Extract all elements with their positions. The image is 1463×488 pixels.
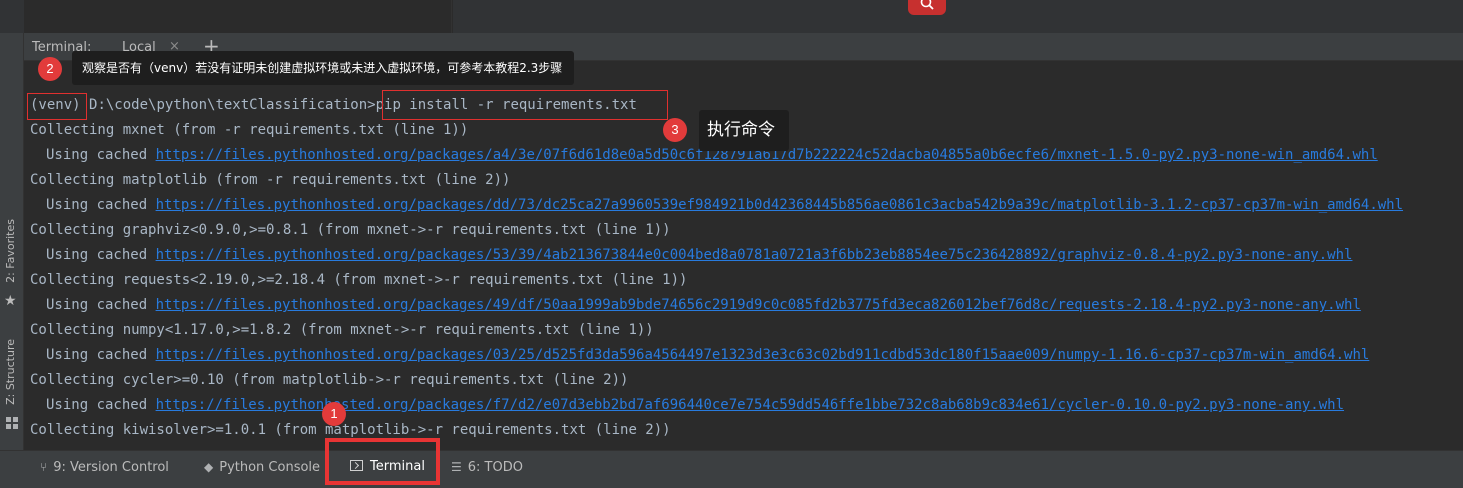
cached-prefix: Using cached: [46, 397, 156, 413]
structure-tool-tab[interactable]: Z: Structure: [4, 339, 17, 405]
status-bar: [0, 482, 1463, 488]
venv-hint-callout: 观察是否有（venv）若没有证明未创建虚拟环境或未进入虚拟环境，可参考本教程2.…: [72, 51, 575, 85]
editor-gutter: [0, 0, 24, 33]
tool-window-bar: ⑂ 9: Version Control ◆ Python Console Term…: [0, 450, 1463, 482]
tab-python-console[interactable]: ◆ Python Console: [204, 457, 320, 477]
cached-prefix: Using cached: [46, 247, 156, 263]
collecting-line: Collecting mxnet (from -r requirements.t…: [30, 122, 469, 138]
tab-version-control[interactable]: ⑂ 9: Version Control: [40, 457, 169, 477]
cached-line: Using cached https://files.pythonhosted.…: [46, 195, 1403, 215]
cached-line: Using cached https://files.pythonhosted.…: [46, 245, 1352, 265]
collecting-line: Collecting requests<2.19.0,>=2.18.4 (fro…: [30, 272, 688, 288]
favorites-tool-tab[interactable]: 2: Favorites: [4, 219, 17, 283]
python-icon: ◆: [204, 460, 214, 474]
package-url-link[interactable]: https://files.pythonhosted.org/packages/…: [156, 347, 1370, 363]
prompt-path: D:\code\python\textClassification>: [89, 97, 376, 113]
run-command-callout: 执行命令: [699, 110, 789, 151]
step-badge-3: 3: [663, 118, 687, 142]
cached-line: Using cached https://files.pythonhosted.…: [46, 295, 1361, 315]
cached-prefix: Using cached: [46, 297, 156, 313]
editor-area-strip: [0, 0, 1463, 33]
cached-prefix: Using cached: [46, 347, 156, 363]
cached-line: Using cached https://files.pythonhosted.…: [46, 395, 1344, 415]
command-highlight-box: [382, 90, 668, 120]
cached-line: Using cached https://files.pythonhosted.…: [46, 345, 1369, 365]
step-badge-2: 2: [38, 57, 62, 81]
package-url-link[interactable]: https://files.pythonhosted.org/packages/…: [156, 297, 1361, 313]
collecting-line: Collecting graphviz<0.9.0,>=0.8.1 (from …: [30, 222, 671, 238]
structure-icon: [6, 417, 18, 429]
list-icon: ☰: [451, 460, 462, 474]
collecting-line: Collecting cycler>=0.10 (from matplotlib…: [30, 372, 629, 388]
package-url-link[interactable]: https://files.pythonhosted.org/packages/…: [156, 197, 1403, 213]
cached-prefix: Using cached: [46, 197, 156, 213]
editor-right-pane: [453, 0, 1463, 33]
left-tool-strip: 2: Favorites ★ Z: Structure: [0, 33, 24, 450]
branch-icon: ⑂: [40, 460, 48, 474]
step-badge-1: 1: [322, 402, 346, 426]
package-url-link[interactable]: https://files.pythonhosted.org/packages/…: [156, 247, 1353, 263]
collecting-line: Collecting matplotlib (from -r requireme…: [30, 172, 511, 188]
venv-highlight-box: [27, 93, 87, 120]
terminal-tab-highlight-box: [325, 438, 440, 485]
collecting-line: Collecting numpy<1.17.0,>=1.8.2 (from mx…: [30, 322, 654, 338]
search-marker[interactable]: [908, 0, 946, 15]
collecting-line: Collecting kiwisolver>=1.0.1 (from matpl…: [30, 422, 671, 438]
editor-left-pane: [24, 0, 452, 33]
cached-prefix: Using cached: [46, 147, 156, 163]
star-icon: ★: [4, 293, 17, 309]
tab-todo[interactable]: ☰ 6: TODO: [451, 457, 523, 477]
search-icon: [920, 0, 934, 10]
